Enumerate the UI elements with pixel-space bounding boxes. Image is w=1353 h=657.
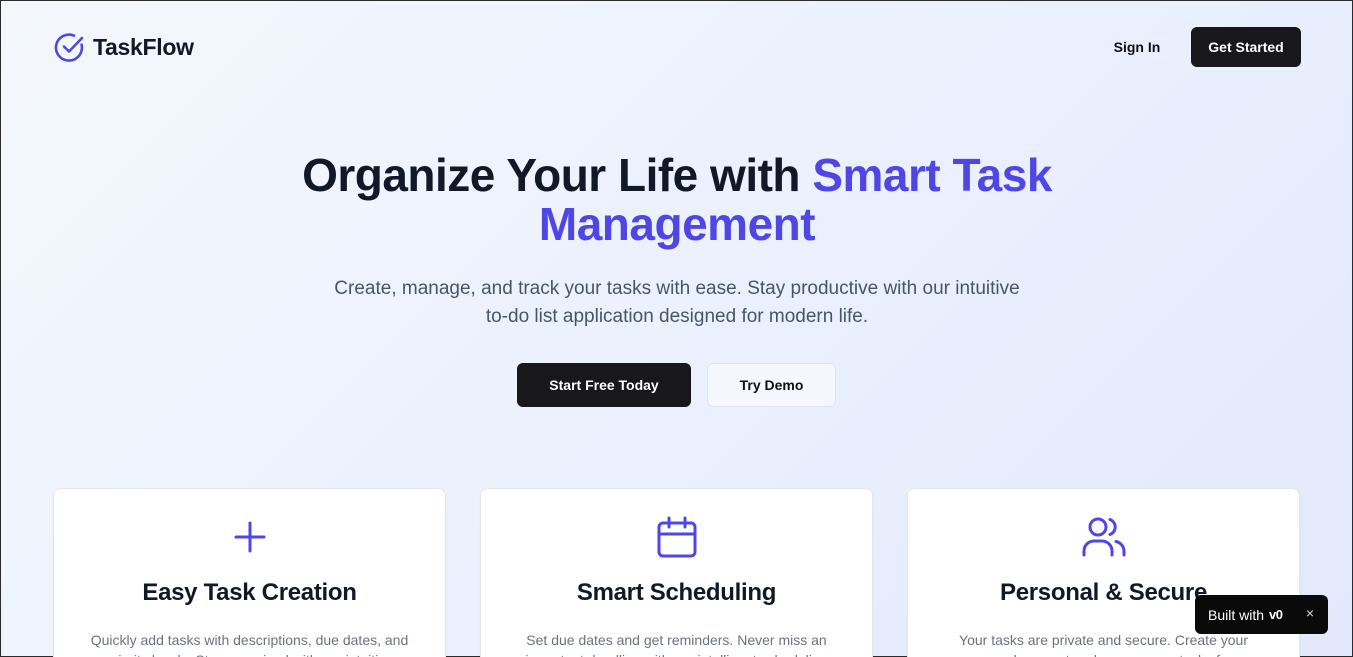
users-icon	[1082, 515, 1126, 559]
feature-title: Smart Scheduling	[576, 579, 777, 606]
start-free-button[interactable]: Start Free Today	[517, 363, 691, 407]
built-with-v0-badge[interactable]: Built with v0 ×	[1195, 595, 1328, 634]
hero-title: Organize Your Life with Smart Task Manag…	[177, 151, 1177, 249]
feature-description: Your tasks are private and secure. Creat…	[959, 632, 1248, 657]
feature-card-task-creation: Easy Task Creation Quickly add tasks wit…	[53, 488, 446, 657]
feature-description: Set due dates and get reminders. Never m…	[526, 632, 828, 657]
feature-title: Easy Task Creation	[142, 579, 357, 606]
hero-subtitle: Create, manage, and track your tasks wit…	[334, 278, 1020, 327]
get-started-button[interactable]: Get Started	[1191, 27, 1301, 67]
check-circle-icon	[53, 31, 85, 63]
plus-icon	[228, 515, 272, 559]
top-nav: TaskFlow Sign In Get Started	[1, 1, 1353, 93]
close-icon[interactable]: ×	[1306, 605, 1314, 621]
feature-card-scheduling: Smart Scheduling Set due dates and get r…	[480, 488, 873, 657]
badge-text: Built with	[1208, 606, 1265, 623]
brand-logo[interactable]: TaskFlow	[53, 31, 194, 63]
v0-logo: v0	[1269, 607, 1283, 622]
sign-in-link[interactable]: Sign In	[1101, 31, 1173, 63]
brand-name: TaskFlow	[93, 33, 194, 60]
feature-description: Quickly add tasks with descriptions, due…	[90, 632, 409, 657]
hero-title-main: Organize Your Life with	[302, 149, 813, 201]
calendar-icon	[655, 515, 699, 559]
try-demo-button[interactable]: Try Demo	[707, 363, 836, 407]
